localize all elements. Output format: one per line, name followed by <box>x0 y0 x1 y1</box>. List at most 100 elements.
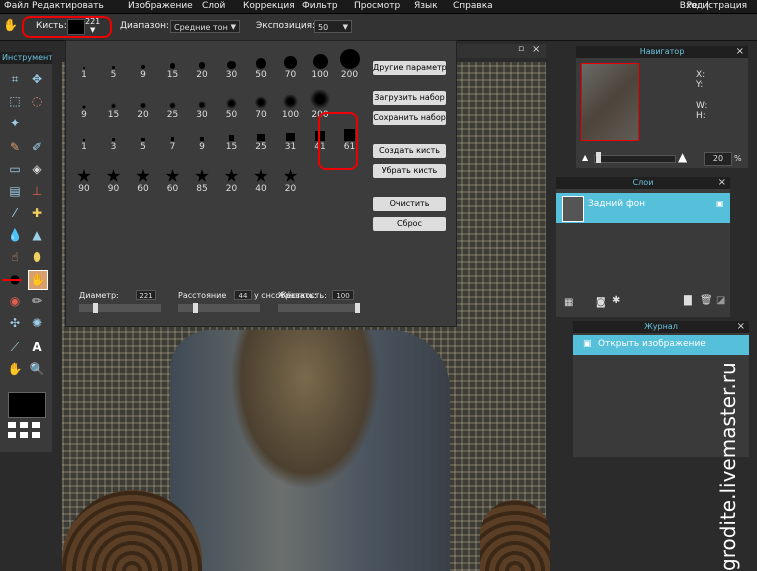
spacing-slider-thumb[interactable] <box>193 303 198 313</box>
more-options-button[interactable]: Другие параметры <box>373 61 446 75</box>
create-brush-button[interactable]: Создать кисть <box>373 144 446 158</box>
save-set-button[interactable]: Сохранить набор <box>373 111 446 125</box>
hardness-value[interactable]: 100 <box>332 290 354 300</box>
brush-preset[interactable]: 40 <box>248 163 274 194</box>
exposure-select[interactable]: 50 ▼ <box>314 20 352 33</box>
brush-preset[interactable]: 20 <box>219 163 245 194</box>
reset-button[interactable]: Сброс <box>373 217 446 231</box>
close-icon[interactable]: × <box>718 177 726 189</box>
brush-preview[interactable] <box>67 19 85 35</box>
brush-preset[interactable]: 5 <box>101 49 127 80</box>
hand-icon[interactable]: ✋ <box>6 360 24 378</box>
menu-view[interactable]: Просмотр <box>354 0 400 13</box>
zoom-in-icon[interactable]: ▲ <box>678 150 687 164</box>
text-icon[interactable]: A <box>28 338 46 356</box>
blur-icon[interactable]: 💧 <box>6 226 24 244</box>
navigator-thumbnail[interactable] <box>581 63 639 141</box>
menu-adjustment[interactable]: Коррекция <box>243 0 295 13</box>
menu-help[interactable]: Справка <box>453 0 493 13</box>
brush-preset[interactable]: 31 <box>278 121 304 152</box>
range-select[interactable]: Средние тон ▼ <box>170 20 240 33</box>
brush-preset[interactable]: 100 <box>307 49 333 80</box>
brush-preset[interactable]: 70 <box>278 49 304 80</box>
brush-preset[interactable]: 5 <box>130 121 156 152</box>
menu-edit[interactable]: Редактировать <box>32 0 104 13</box>
brush-preset[interactable]: 3 <box>101 121 127 152</box>
brush-preset[interactable]: 9 <box>189 121 215 152</box>
lasso-icon[interactable]: ◌ <box>28 92 46 110</box>
dodge-icon[interactable]: ✋ <box>28 270 48 290</box>
close-icon[interactable]: × <box>532 44 540 55</box>
brush-preset[interactable]: 30 <box>219 49 245 80</box>
diameter-slider-thumb[interactable] <box>93 303 98 313</box>
marquee-icon[interactable]: ⬚ <box>6 92 24 110</box>
trash-icon[interactable]: 🗑 <box>700 295 713 306</box>
brush-preset[interactable]: 1 <box>71 49 97 80</box>
brush-preset[interactable]: 9 <box>130 49 156 80</box>
hardness-slider-thumb[interactable] <box>355 303 360 313</box>
layer-mask-icon[interactable]: ◙ <box>596 297 606 308</box>
color-picker-icon[interactable]: ⁄ <box>6 204 24 222</box>
brush-preset[interactable]: 200 <box>337 49 363 80</box>
brush-preset[interactable]: 15 <box>219 121 245 152</box>
new-adjustment-icon[interactable]: ✱ <box>612 295 620 306</box>
menu-layer[interactable]: Слой <box>202 0 225 13</box>
brush-preset[interactable]: 50 <box>248 49 274 80</box>
brush-preset[interactable]: 100 <box>278 89 304 120</box>
menu-language[interactable]: Язык <box>414 0 438 13</box>
brush-preset[interactable]: 20 <box>130 89 156 120</box>
zoom-slider[interactable] <box>594 155 676 163</box>
hardness-slider[interactable] <box>278 304 360 312</box>
stamp-icon[interactable]: ⊥ <box>28 182 46 200</box>
maximize-icon[interactable]: ▫ <box>518 44 524 54</box>
brush-preset[interactable]: 90 <box>101 163 127 194</box>
grid-view-icon[interactable] <box>8 422 44 442</box>
clear-button[interactable]: Очистить <box>373 197 446 211</box>
remove-brush-button[interactable]: Убрать кисть <box>373 164 446 178</box>
foreground-color-swatch[interactable] <box>8 392 46 418</box>
brush-tool-icon[interactable]: ✐ <box>28 138 46 156</box>
zoom-input[interactable]: 20 <box>704 152 732 166</box>
menu-image[interactable]: Изображение <box>128 0 193 13</box>
menu-file[interactable]: Файл <box>4 0 29 13</box>
register-link[interactable]: Регистрация <box>687 0 747 13</box>
brush-preset[interactable]: 15 <box>101 89 127 120</box>
spacing-value[interactable]: 44 <box>234 290 252 300</box>
liquify-icon[interactable]: ✣ <box>6 314 24 332</box>
brush-preset[interactable]: 60 <box>130 163 156 194</box>
brush-preset[interactable]: 7 <box>160 121 186 152</box>
sponge-icon[interactable]: ⬮ <box>28 248 46 266</box>
brush-preset[interactable]: 30 <box>189 89 215 120</box>
menu-filter[interactable]: Фильтр <box>302 0 338 13</box>
load-set-button[interactable]: Загрузить набор <box>373 91 446 105</box>
brush-preset[interactable]: 25 <box>160 89 186 120</box>
brush-preset[interactable]: 1 <box>71 121 97 152</box>
sharpen-icon[interactable]: ▲ <box>28 226 46 244</box>
brush-preset[interactable]: 25 <box>248 121 274 152</box>
red-eye-icon[interactable]: ◉ <box>6 292 24 310</box>
crop-icon[interactable]: ⌗ <box>6 70 24 88</box>
brush-preset[interactable]: 85 <box>189 163 215 194</box>
zoom-out-icon[interactable]: ▲ <box>582 153 588 162</box>
drawing-icon[interactable]: ✏ <box>28 292 46 310</box>
zoom-icon[interactable]: 🔍 <box>28 360 46 378</box>
brush-preset[interactable]: 15 <box>160 49 186 80</box>
brush-dropdown-icon[interactable]: ▼ <box>90 26 95 34</box>
eraser-icon[interactable]: ▭ <box>6 160 24 178</box>
smudge-icon[interactable]: ☝ <box>6 248 24 266</box>
layer-styles-icon[interactable]: ▦ <box>564 297 573 308</box>
diameter-value[interactable]: 221 <box>136 290 156 300</box>
diameter-slider[interactable] <box>79 304 161 312</box>
brush-preset[interactable]: 90 <box>71 163 97 194</box>
bucket-icon[interactable]: ◈ <box>28 160 46 178</box>
eyedropper-icon[interactable]: ⟋ <box>6 338 24 356</box>
brush-preset[interactable]: 70 <box>248 89 274 120</box>
move-icon[interactable]: ✥ <box>28 70 46 88</box>
brush-preset[interactable]: 60 <box>160 163 186 194</box>
new-layer-icon[interactable]: ▇ <box>684 295 692 306</box>
close-icon[interactable]: × <box>736 46 744 58</box>
layer-row[interactable]: Задний фон ▣ <box>556 193 730 223</box>
zoom-slider-thumb[interactable] <box>596 152 601 163</box>
bloat-icon[interactable]: ✺ <box>28 314 46 332</box>
brush-preset[interactable]: 20 <box>189 49 215 80</box>
